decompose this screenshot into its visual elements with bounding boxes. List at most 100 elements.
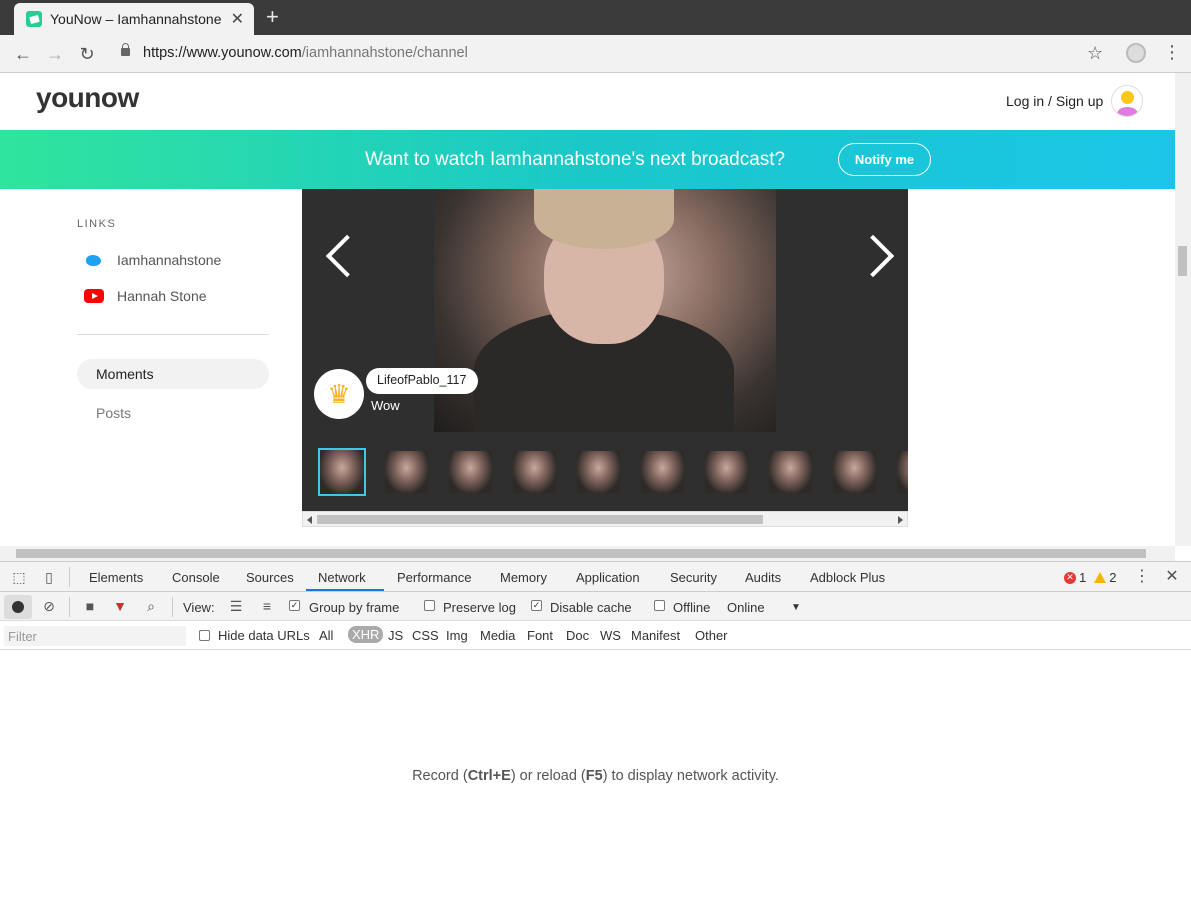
site-header: younow Log in / Sign up	[0, 73, 1175, 130]
browser-toolbar: ← → ↻ https://www.younow.com/iamhannahst…	[0, 35, 1191, 73]
network-filter-bar: Hide data URLs All XHR JS CSS Img Media …	[0, 621, 1191, 650]
login-signup-link[interactable]: Log in / Sign up	[1006, 93, 1103, 109]
filter-funnel-icon[interactable]: ▼	[112, 598, 128, 614]
type-filter-font[interactable]: Font	[527, 628, 553, 643]
next-arrow-icon[interactable]	[851, 234, 895, 278]
inspect-element-icon[interactable]: ⬚	[11, 569, 27, 585]
preserve-log-label: Preserve log	[443, 600, 516, 615]
devtools-close-icon[interactable]: ✕	[1164, 569, 1180, 585]
clear-icon[interactable]: ⊘	[41, 598, 57, 614]
device-toolbar-icon[interactable]: ▯	[41, 569, 57, 585]
large-rows-icon[interactable]: ☰	[228, 598, 244, 614]
group-by-frame-checkbox[interactable]: ✓	[289, 600, 300, 611]
throttling-select[interactable]: Online	[727, 600, 765, 615]
previous-arrow-icon[interactable]	[325, 234, 369, 278]
twitter-link[interactable]: Iamhannahstone	[84, 251, 221, 269]
tab-security[interactable]: Security	[670, 570, 717, 585]
warning-count: 2	[1109, 570, 1117, 585]
younow-logo[interactable]: younow	[36, 82, 139, 114]
moment-thumbnail[interactable]	[897, 451, 908, 493]
profile-icon[interactable]	[1126, 43, 1146, 63]
type-filter-other[interactable]: Other	[695, 628, 728, 643]
type-filter-img[interactable]: Img	[446, 628, 468, 643]
tab-close-icon[interactable]: ✕	[231, 9, 244, 29]
devtools-tabbar: ⬚ ▯ Elements Console Sources Network Per…	[0, 562, 1191, 592]
moment-thumbnail[interactable]	[513, 451, 556, 493]
bookmark-star-icon[interactable]: ☆	[1087, 43, 1103, 64]
user-avatar-icon[interactable]	[1111, 85, 1143, 117]
tab-console[interactable]: Console	[172, 570, 220, 585]
type-filter-ws[interactable]: WS	[600, 628, 621, 643]
waterfall-icon[interactable]: ≡	[259, 598, 275, 614]
moment-thumbnail[interactable]	[449, 451, 492, 493]
browser-tabstrip: YouNow – Iamhannahstone ✕ +	[0, 0, 1191, 35]
page-vertical-scrollbar[interactable]	[1175, 73, 1191, 546]
youtube-icon	[84, 289, 104, 303]
nav-posts[interactable]: Posts	[96, 405, 131, 421]
offline-checkbox[interactable]	[654, 600, 665, 611]
browser-menu-icon[interactable]: ⋮	[1163, 43, 1181, 61]
type-filter-xhr[interactable]: XHR	[348, 626, 384, 643]
moment-thumbnails	[318, 448, 908, 496]
youtube-link[interactable]: Hannah Stone	[84, 288, 207, 304]
tab-audits[interactable]: Audits	[745, 570, 781, 585]
devtools-menu-icon[interactable]: ⋮	[1134, 569, 1150, 585]
lock-icon	[121, 43, 130, 56]
tab-performance[interactable]: Performance	[397, 570, 471, 585]
moment-thumbnail[interactable]	[318, 448, 366, 496]
type-filter-doc[interactable]: Doc	[566, 628, 589, 643]
tab-sources[interactable]: Sources	[246, 570, 294, 585]
address-bar[interactable]: https://www.younow.com/iamhannahstone/ch…	[143, 45, 468, 61]
error-icon: ✕	[1064, 571, 1076, 584]
chat-message: Wow	[371, 398, 400, 413]
back-icon[interactable]: ←	[12, 43, 34, 65]
tab-application[interactable]: Application	[576, 570, 640, 585]
screenshot-camera-icon[interactable]: ■	[82, 598, 98, 614]
younow-favicon-icon	[26, 11, 42, 27]
record-icon[interactable]	[4, 595, 32, 619]
type-filter-manifest[interactable]: Manifest	[631, 628, 680, 643]
hide-data-urls-label: Hide data URLs	[218, 628, 310, 643]
type-filter-media[interactable]: Media	[480, 628, 515, 643]
type-filter-js[interactable]: JS	[388, 628, 403, 643]
tab-adblock-plus[interactable]: Adblock Plus	[810, 570, 885, 585]
forward-icon[interactable]: →	[44, 43, 66, 65]
moment-thumbnail[interactable]	[641, 451, 684, 493]
nav-moments[interactable]: Moments	[77, 359, 269, 389]
thumbnail-scrollbar[interactable]	[302, 511, 908, 527]
moment-thumbnail[interactable]	[705, 451, 748, 493]
crown-icon: ♛	[314, 369, 364, 419]
disable-cache-checkbox[interactable]: ✓	[531, 600, 542, 611]
new-tab-icon[interactable]: +	[266, 5, 279, 29]
search-icon[interactable]: ⌕	[143, 598, 159, 614]
moment-video[interactable]	[434, 189, 776, 432]
notify-me-button[interactable]: Notify me	[838, 143, 931, 176]
warning-icon	[1094, 572, 1107, 583]
reload-icon[interactable]: ↻	[76, 43, 98, 65]
filter-input[interactable]	[4, 626, 186, 646]
sidebar-divider	[77, 334, 269, 335]
twitter-icon	[84, 251, 104, 269]
preserve-log-checkbox[interactable]	[424, 600, 435, 611]
page-horizontal-scrollbar[interactable]	[0, 546, 1175, 561]
browser-tab[interactable]: YouNow – Iamhannahstone ✕	[14, 3, 254, 35]
throttling-dropdown-icon[interactable]: ▼	[791, 602, 801, 613]
links-heading: LINKS	[77, 218, 117, 230]
console-status-badge[interactable]: ✕ 1 2	[1064, 570, 1116, 585]
tab-elements[interactable]: Elements	[89, 570, 143, 585]
devtools-panel: ⬚ ▯ Elements Console Sources Network Per…	[0, 561, 1191, 906]
view-label: View:	[183, 600, 215, 615]
hide-data-urls-checkbox[interactable]	[199, 630, 210, 641]
active-tab-indicator	[306, 589, 384, 591]
tab-memory[interactable]: Memory	[500, 570, 547, 585]
moment-thumbnail[interactable]	[833, 451, 876, 493]
chat-username[interactable]: LifeofPablo_117	[366, 368, 479, 394]
type-filter-css[interactable]: CSS	[412, 628, 439, 643]
type-filter-all[interactable]: All	[319, 628, 333, 643]
moment-thumbnail[interactable]	[769, 451, 812, 493]
moment-thumbnail[interactable]	[577, 451, 620, 493]
tab-network[interactable]: Network	[318, 570, 366, 585]
offline-label: Offline	[673, 600, 711, 615]
moment-thumbnail[interactable]	[385, 451, 428, 493]
twitter-link-label: Iamhannahstone	[117, 252, 222, 268]
